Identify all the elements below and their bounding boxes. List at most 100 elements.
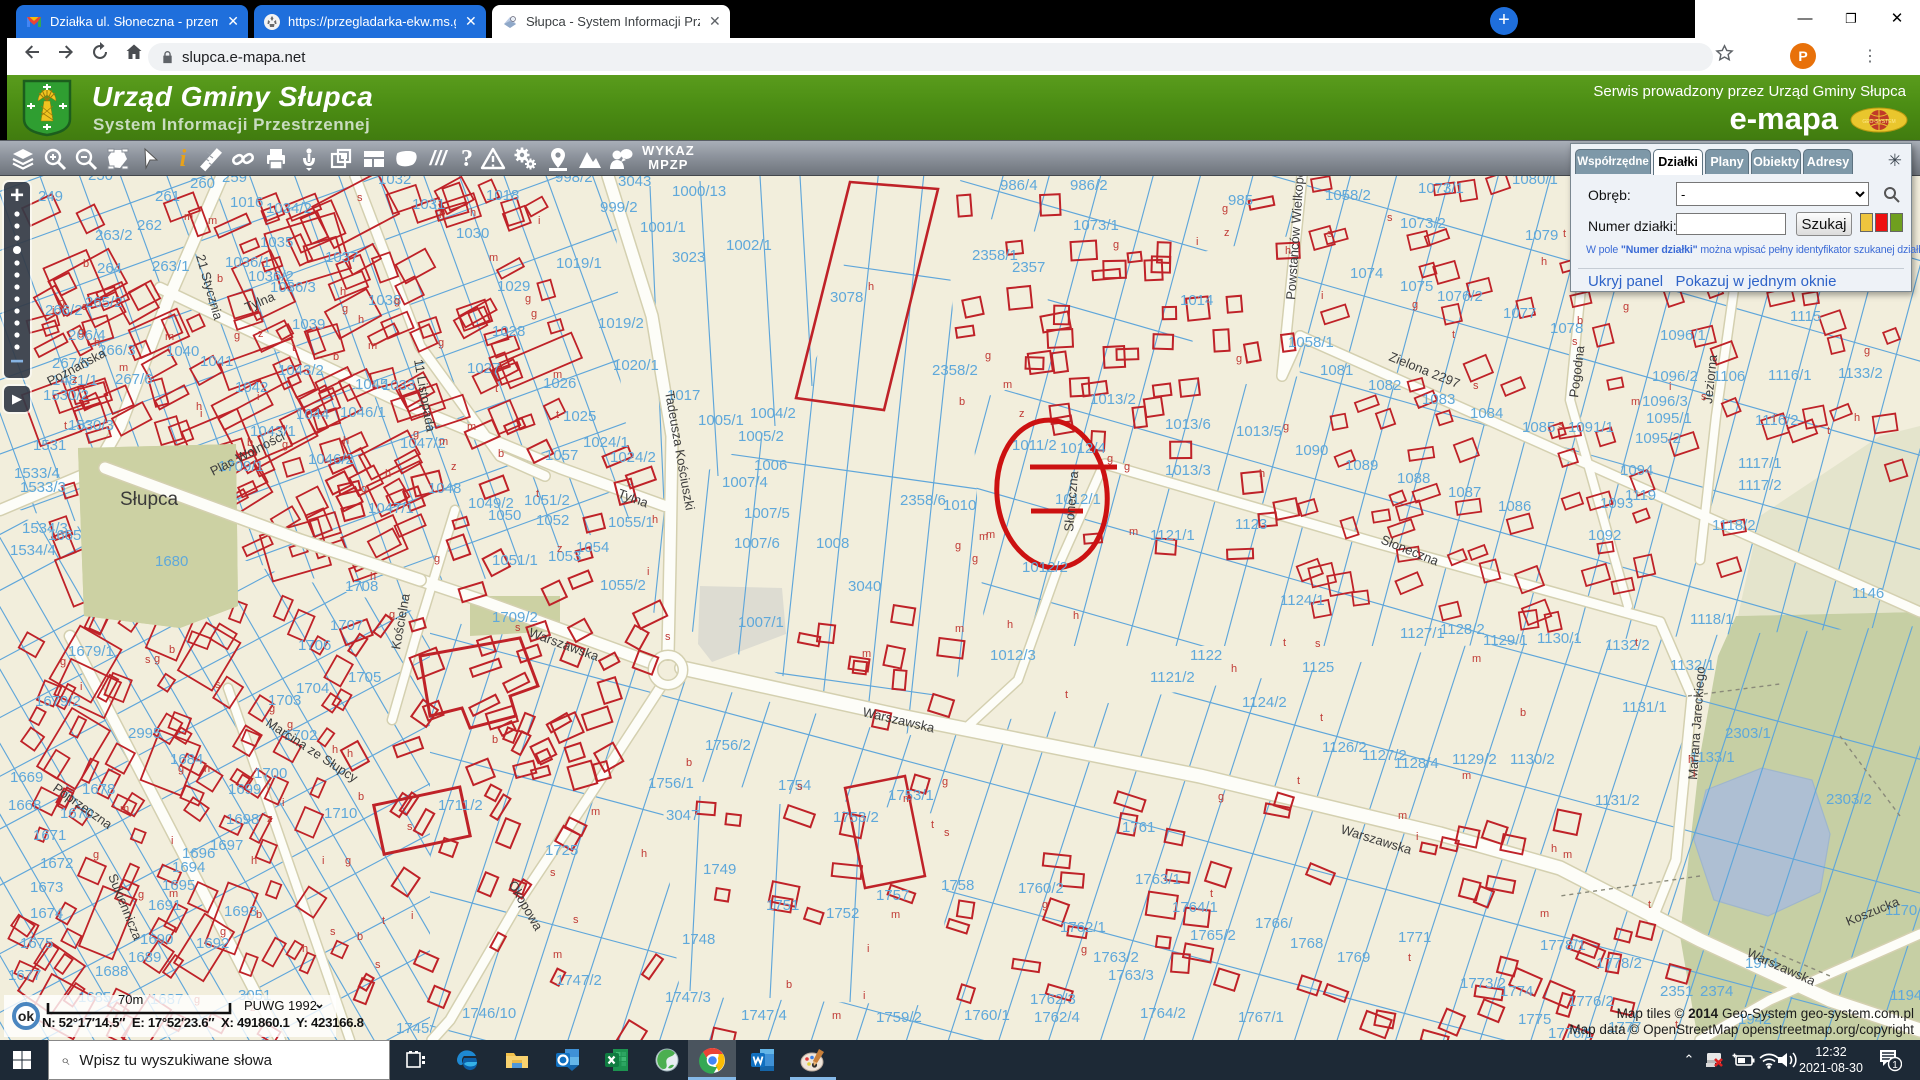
svg-text:i: i: [867, 943, 869, 955]
svg-text:z: z: [1019, 408, 1025, 420]
svg-text:1754: 1754: [778, 777, 811, 794]
svg-text:1778/2: 1778/2: [1596, 955, 1642, 972]
svg-text:1759/2: 1759/2: [876, 1009, 922, 1026]
svg-text:1765/2: 1765/2: [1190, 927, 1236, 944]
svg-text:1013/3: 1013/3: [1165, 462, 1211, 479]
svg-text:m: m: [955, 623, 964, 635]
svg-text:1091/1: 1091/1: [1568, 419, 1614, 436]
svg-text:1125: 1125: [1302, 659, 1334, 676]
svg-text:260: 260: [190, 176, 215, 192]
svg-text:m: m: [1631, 396, 1640, 408]
svg-text:1036/3: 1036/3: [270, 279, 316, 296]
svg-text:s: s: [665, 631, 671, 643]
svg-text:1127/1: 1127/1: [1400, 625, 1445, 642]
svg-text:1012/4: 1012/4: [1060, 440, 1106, 457]
svg-text:z: z: [258, 328, 264, 340]
svg-text:1746/10: 1746/10: [462, 1005, 516, 1022]
svg-text:1533/3: 1533/3: [20, 479, 66, 496]
svg-text:m: m: [489, 252, 498, 264]
svg-text:1058/1: 1058/1: [1288, 334, 1334, 351]
svg-text:1089: 1089: [1345, 457, 1378, 474]
svg-text:1057: 1057: [545, 447, 578, 464]
svg-text:m: m: [208, 215, 217, 227]
svg-text:m: m: [1540, 908, 1549, 920]
svg-text:g: g: [394, 295, 400, 307]
svg-text:1530/3: 1530/3: [68, 417, 114, 434]
svg-text:1047/1: 1047/1: [368, 500, 414, 517]
svg-text:b: b: [959, 396, 965, 408]
svg-text:2995: 2995: [128, 725, 161, 742]
svg-text:1000/13: 1000/13: [672, 183, 726, 200]
svg-text:1124/2: 1124/2: [1242, 694, 1287, 711]
svg-text:t: t: [556, 409, 559, 421]
svg-text:z: z: [451, 461, 457, 473]
svg-text:h: h: [385, 468, 391, 480]
svg-text:g: g: [1236, 353, 1242, 365]
svg-text:1116/1: 1116/1: [1768, 367, 1812, 384]
svg-text:2358/6: 2358/6: [900, 492, 946, 509]
svg-text:h: h: [652, 514, 658, 526]
svg-text:g: g: [1222, 203, 1228, 215]
svg-text:h: h: [343, 435, 349, 447]
svg-text:1679/2: 1679/2: [35, 693, 81, 710]
svg-text:1725: 1725: [545, 842, 578, 859]
svg-text:g: g: [972, 553, 978, 565]
svg-text:1013/5: 1013/5: [1236, 423, 1282, 440]
svg-text:1094: 1094: [1620, 462, 1653, 479]
svg-text:b: b: [357, 931, 363, 943]
svg-text:1769: 1769: [1337, 949, 1370, 966]
svg-text:1757: 1757: [876, 887, 909, 904]
svg-text:1005/1: 1005/1: [698, 412, 744, 429]
svg-text:2357: 2357: [1012, 259, 1045, 276]
svg-text:b: b: [247, 437, 253, 449]
svg-text:g: g: [345, 855, 351, 867]
svg-text:985: 985: [1228, 192, 1253, 209]
svg-text:1115: 1115: [1790, 308, 1821, 325]
svg-text:1055/2: 1055/2: [600, 577, 646, 594]
svg-text:g: g: [220, 926, 226, 938]
svg-text:g: g: [282, 439, 288, 451]
svg-text:h: h: [94, 337, 100, 349]
svg-text:m: m: [169, 888, 178, 900]
svg-text:1131/1: 1131/1: [1622, 699, 1667, 716]
svg-text:2351: 2351: [1660, 983, 1693, 1000]
svg-text:250: 250: [88, 176, 113, 184]
svg-text:i: i: [538, 215, 540, 227]
svg-text:3047: 3047: [666, 807, 699, 824]
svg-text:b: b: [1520, 707, 1526, 719]
svg-text:1084: 1084: [1470, 405, 1503, 422]
svg-text:259: 259: [222, 176, 247, 186]
svg-text:g: g: [60, 656, 66, 668]
svg-text:g: g: [1081, 944, 1087, 956]
svg-text:1753/2: 1753/2: [833, 809, 879, 826]
svg-text:1024/2: 1024/2: [610, 449, 656, 466]
svg-text:1095/2: 1095/2: [1635, 430, 1681, 447]
svg-text:1118/1: 1118/1: [1690, 611, 1734, 628]
svg-text:t: t: [1648, 899, 1651, 911]
svg-text:2358/2: 2358/2: [932, 362, 978, 379]
svg-text:1042: 1042: [235, 379, 268, 396]
svg-text:z: z: [267, 813, 273, 825]
svg-text:1096/2: 1096/2: [1652, 368, 1698, 385]
svg-text:1019/1: 1019/1: [556, 255, 602, 272]
svg-text:t: t: [1563, 228, 1566, 240]
svg-text:262: 262: [137, 217, 162, 234]
svg-text:1756/1: 1756/1: [648, 775, 694, 792]
svg-text:h: h: [1231, 663, 1237, 675]
svg-text:1688: 1688: [95, 963, 128, 980]
svg-text:1764/1: 1764/1: [1172, 899, 1218, 916]
svg-text:m: m: [862, 648, 871, 660]
svg-text:1121/1: 1121/1: [1150, 527, 1195, 544]
svg-text:1002/1: 1002/1: [726, 237, 772, 254]
svg-text:1697: 1697: [210, 837, 243, 854]
svg-text:h: h: [347, 748, 353, 760]
svg-text:b: b: [217, 273, 223, 285]
svg-text:h: h: [470, 207, 476, 219]
svg-text:g: g: [985, 350, 991, 362]
svg-text:m: m: [120, 803, 129, 815]
svg-text:3043: 3043: [618, 176, 651, 190]
svg-text:3040: 3040: [848, 578, 881, 595]
svg-text:h: h: [1073, 610, 1079, 622]
svg-text:1116/2: 1116/2: [1755, 412, 1799, 429]
svg-text:h: h: [1551, 843, 1557, 855]
